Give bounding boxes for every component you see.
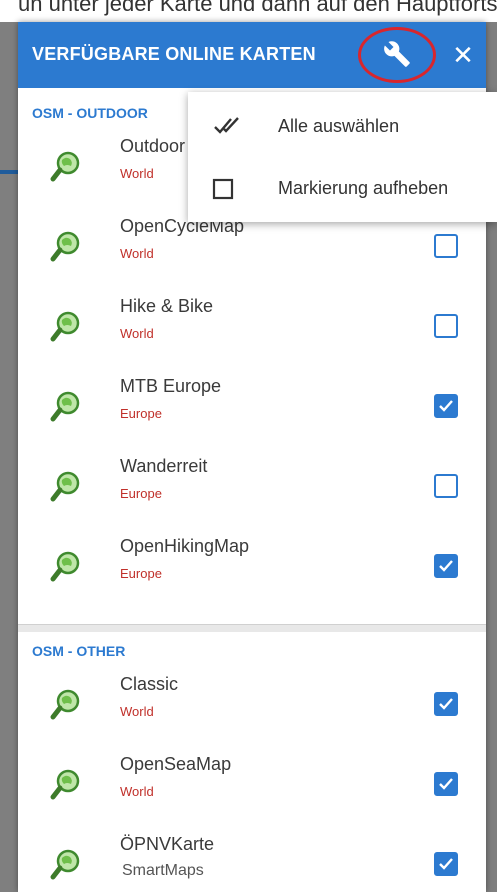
map-search-icon bbox=[50, 550, 82, 584]
map-search-icon bbox=[50, 230, 82, 264]
map-search-icon bbox=[50, 310, 82, 344]
map-row[interactable]: Hike & Bike World bbox=[18, 288, 486, 368]
map-search-icon bbox=[50, 150, 82, 184]
map-row[interactable]: OpenSeaMap World bbox=[18, 746, 486, 826]
dialog-title: VERFÜGBARE ONLINE KARTEN bbox=[32, 44, 316, 64]
map-name: Classic bbox=[120, 674, 179, 694]
map-region: World bbox=[120, 784, 154, 799]
map-name: OpenSeaMap bbox=[120, 754, 232, 774]
background-page: un unter jeder Karte und dann auf den Ha… bbox=[0, 0, 497, 22]
map-search-icon bbox=[50, 470, 82, 504]
map-region: Europe bbox=[120, 566, 162, 581]
map-name: Wanderreit bbox=[120, 456, 208, 476]
cut-off-item-text: SmartMaps bbox=[122, 862, 204, 879]
map-region: Europe bbox=[120, 406, 162, 421]
double-check-icon bbox=[214, 117, 239, 134]
map-search-icon bbox=[50, 390, 82, 424]
map-row[interactable]: Classic World bbox=[18, 666, 486, 746]
map-name: ÖPNVKarte bbox=[120, 834, 215, 854]
map-row[interactable]: Wanderreit Europe bbox=[18, 448, 486, 528]
dialog-header: VERFÜGBARE ONLINE KARTEN ✕ bbox=[18, 22, 486, 88]
map-name: Hike & Bike bbox=[120, 296, 214, 316]
map-search-icon bbox=[50, 768, 82, 802]
checkbox-checked[interactable] bbox=[434, 852, 458, 876]
map-row[interactable]: OpenHikingMap Europe bbox=[18, 528, 486, 608]
map-region: World bbox=[120, 246, 154, 261]
map-name: OpenHikingMap bbox=[120, 536, 250, 556]
checkbox-unchecked[interactable] bbox=[434, 474, 458, 498]
checkbox-unchecked[interactable] bbox=[434, 314, 458, 338]
map-region: World bbox=[120, 704, 154, 719]
menu-item-select-all[interactable]: Alle auswählen bbox=[188, 96, 497, 156]
menu-item-label: Markierung aufheben bbox=[278, 178, 449, 198]
menu-item-label: Alle auswählen bbox=[278, 116, 400, 136]
checkbox-checked[interactable] bbox=[434, 772, 458, 796]
map-region: World bbox=[120, 326, 154, 341]
close-button[interactable]: ✕ bbox=[448, 38, 478, 72]
map-row[interactable]: ÖPNVKarte bbox=[18, 826, 486, 892]
map-row[interactable]: MTB Europe Europe bbox=[18, 368, 486, 448]
background-left-edge bbox=[0, 22, 18, 892]
map-name: Outdoor bbox=[120, 136, 186, 156]
background-text: un unter jeder Karte und dann auf den Ha… bbox=[18, 0, 497, 16]
selection-popup-menu: Alle auswählen Markierung aufheben bbox=[188, 92, 497, 222]
map-region: World bbox=[120, 166, 154, 181]
checkbox-checked[interactable] bbox=[434, 554, 458, 578]
checkbox-checked[interactable] bbox=[434, 692, 458, 716]
menu-item-deselect[interactable]: Markierung aufheben bbox=[188, 158, 497, 218]
section-header-other: OSM - OTHER bbox=[32, 643, 126, 659]
wrench-button[interactable] bbox=[358, 27, 436, 83]
checkbox-checked[interactable] bbox=[434, 394, 458, 418]
wrench-icon bbox=[384, 41, 410, 67]
background-stripe bbox=[0, 170, 18, 174]
map-search-icon bbox=[50, 688, 82, 722]
map-name: MTB Europe bbox=[120, 376, 222, 396]
section-divider bbox=[18, 624, 486, 632]
checkbox-empty-icon bbox=[212, 178, 234, 200]
checkbox-unchecked[interactable] bbox=[434, 234, 458, 258]
map-region: Europe bbox=[120, 486, 162, 501]
map-search-icon bbox=[50, 848, 82, 882]
